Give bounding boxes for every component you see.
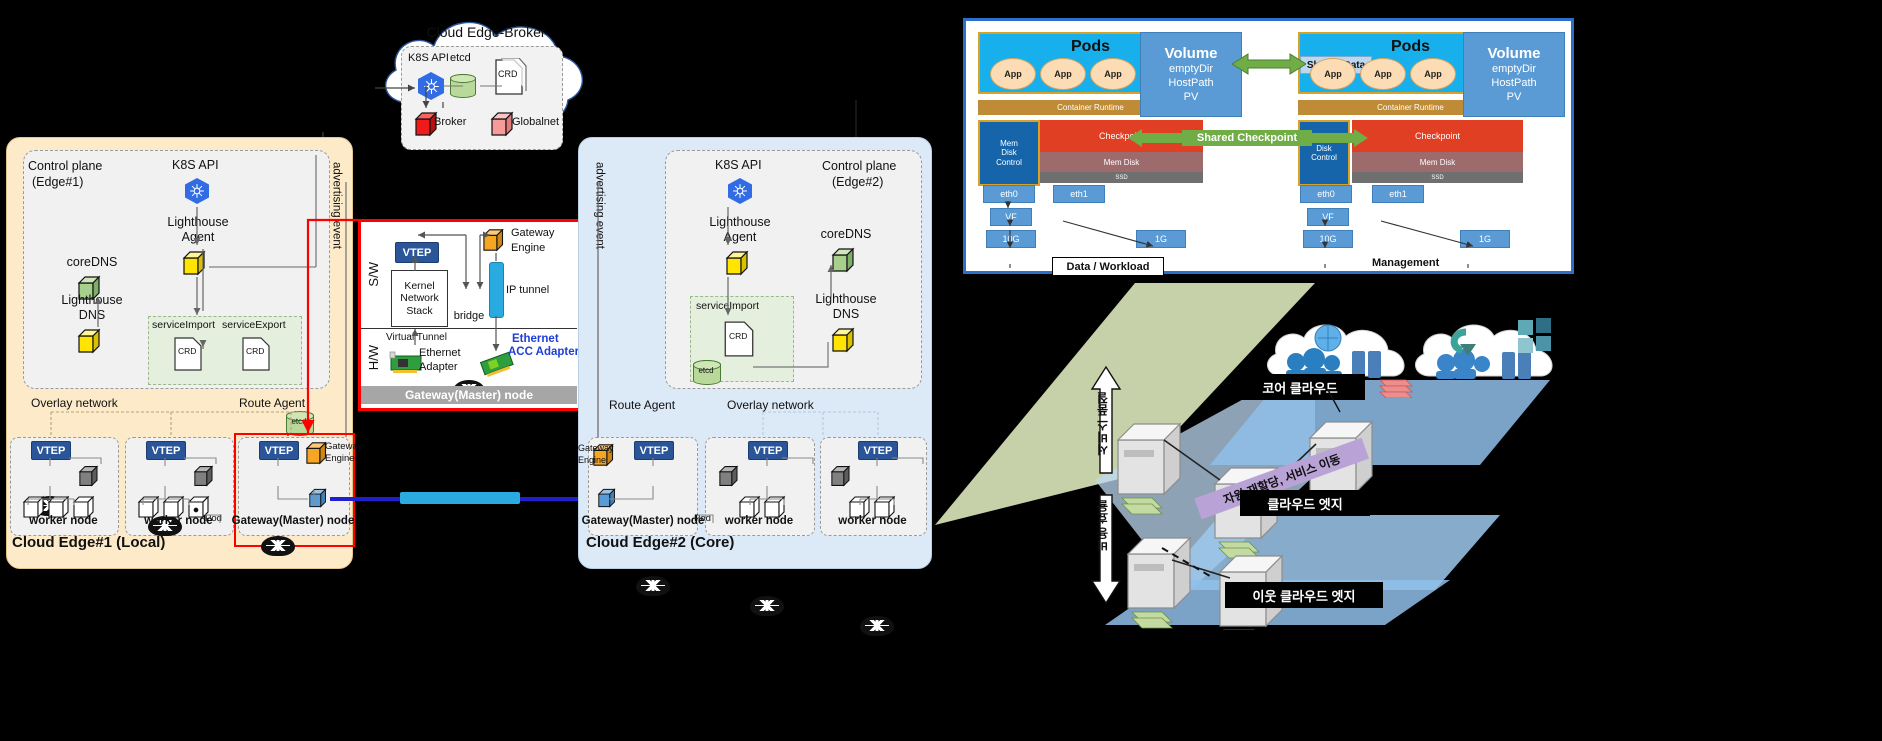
cloudmap-cost-label: 비용 효율 bbox=[1096, 500, 1110, 552]
edge1-node-1-label: worker node bbox=[144, 515, 213, 527]
edge1-node-2-label: Gateway(Master) node bbox=[231, 515, 355, 527]
edge2-node-1-label: worker node bbox=[724, 515, 794, 527]
edge1-node-0-label: worker node bbox=[29, 515, 98, 527]
res-network-lines bbox=[1004, 75, 1474, 268]
gateway-detail-red-link bbox=[301, 218, 358, 433]
edge2-node-0-label: Gateway(Master) node bbox=[581, 515, 705, 527]
cloudmap-quality-label: 서비스 품질 bbox=[1096, 392, 1110, 456]
cloud-title: Cloud Edge-Broker bbox=[426, 24, 546, 41]
cloudmap-tag-leaders bbox=[1327, 389, 1341, 413]
inter-edge-cyan-segment bbox=[400, 492, 520, 504]
edge2-node-2-router-icon bbox=[860, 616, 894, 636]
gateway-detail-arrows bbox=[411, 231, 500, 351]
edge2-node-1-router-icon bbox=[750, 596, 784, 616]
res-management-tag: Management bbox=[1372, 257, 1440, 270]
edge2-node-0-router-icon bbox=[636, 576, 670, 596]
edge2-node-2-label: worker node bbox=[838, 515, 907, 527]
edge1-node-2-router-icon bbox=[261, 536, 295, 556]
